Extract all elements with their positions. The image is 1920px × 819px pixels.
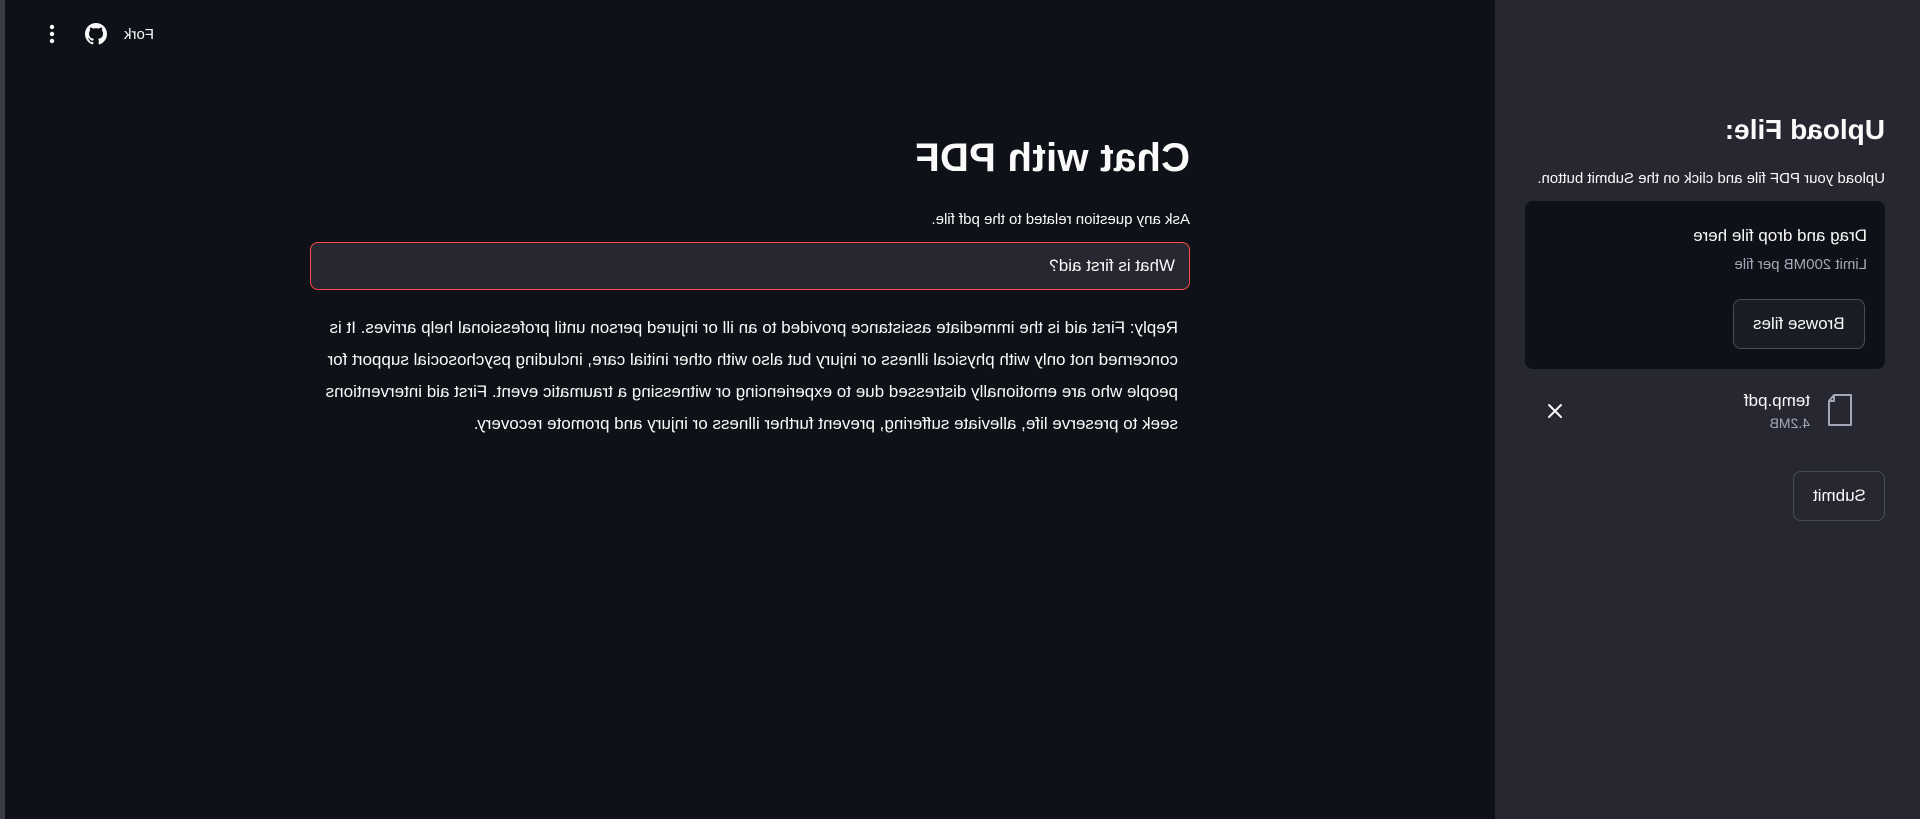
dropzone-limit: Limit 200MB per file	[1734, 256, 1867, 273]
file-name: temp.pdf	[1743, 391, 1810, 410]
sidebar-description: Upload your PDF file and click on the Su…	[1537, 170, 1885, 187]
window-edge	[0, 0, 5, 819]
main-content: Chat with PDF Ask any question related t…	[310, 120, 1190, 440]
close-icon[interactable]	[1543, 399, 1567, 423]
submit-label: Submit	[1812, 486, 1866, 505]
uploaded-file-row: temp.pdf 4.2MB	[1525, 387, 1885, 441]
page-title: Chat with PDF	[915, 136, 1190, 180]
question-input-container	[310, 242, 1190, 290]
more-vert-icon[interactable]	[38, 18, 66, 50]
browse-files-label: Browse files	[1753, 314, 1845, 333]
sidebar-title: Upload File:	[1724, 114, 1885, 145]
file-icon	[1825, 393, 1855, 427]
browse-files-button[interactable]: Browse files	[1733, 299, 1865, 349]
toolbar: Fork	[38, 18, 154, 50]
file-dropzone[interactable]: Drag and drop file here Limit 200MB per …	[1525, 201, 1885, 369]
question-label: Ask any question related to the pdf file…	[931, 211, 1191, 228]
submit-button[interactable]: Submit	[1793, 471, 1885, 521]
question-input[interactable]	[311, 243, 1189, 289]
app-window: Fork Chat with PDF Ask any question rela…	[0, 0, 1920, 819]
sidebar: Upload File: Upload your PDF file and cl…	[1495, 0, 1920, 819]
fork-link[interactable]: Fork	[124, 26, 154, 43]
reply-text: Reply: First aid is the immediate assist…	[325, 318, 1178, 433]
dropzone-title: Drag and drop file here	[1693, 226, 1867, 245]
github-icon[interactable]	[84, 18, 108, 50]
file-size: 4.2MB	[1769, 415, 1810, 431]
